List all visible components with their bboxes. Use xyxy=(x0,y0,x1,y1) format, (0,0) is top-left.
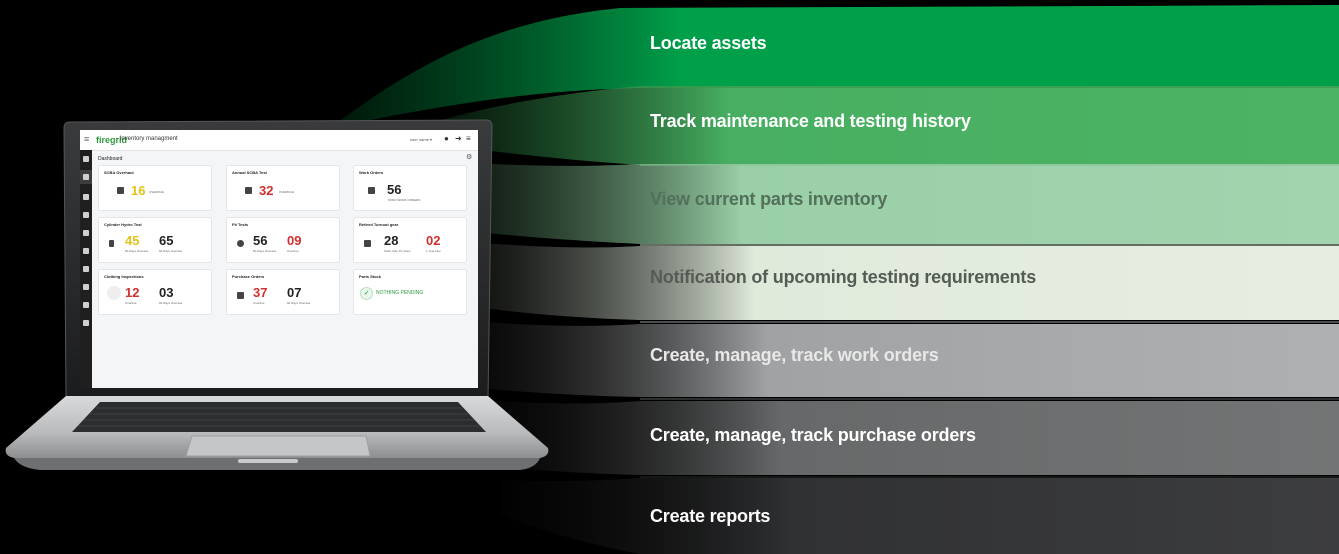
laptop-keyboard xyxy=(72,402,486,432)
card-cylinder-hydro-test[interactable]: Cylinder Hydro Test 45 90 Days Overdue 6… xyxy=(98,217,212,263)
feature-label: Track maintenance and testing history xyxy=(650,111,971,131)
tag-icon[interactable] xyxy=(83,266,89,272)
user-menu[interactable]: user name ▾ xyxy=(410,137,432,142)
card-status: NOTHING PENDING xyxy=(376,290,424,296)
check-icon: ✓ xyxy=(360,287,373,300)
folder-icon[interactable] xyxy=(83,212,89,218)
gear-icon[interactable]: ⚙ xyxy=(466,153,472,161)
user-icon[interactable] xyxy=(83,248,89,254)
app-title: - Inventory managment xyxy=(116,136,178,142)
app-screen: ≡ firegrid - Inventory managment user na… xyxy=(80,130,478,388)
card-label: OPEN WORK ORDERS xyxy=(388,198,421,202)
page-title: Dashboard xyxy=(98,156,123,162)
card-value: 16 xyxy=(131,183,146,198)
logout-icon[interactable]: ➜ xyxy=(455,135,462,143)
hamburger-menu-icon[interactable]: ≡ xyxy=(84,134,89,144)
card-title: Parts Stock xyxy=(359,274,382,279)
card-value-2: 03 xyxy=(159,285,174,300)
card-value: 12 xyxy=(125,285,140,300)
card-value-2: 09 xyxy=(287,233,302,248)
card-title: Fit Tests xyxy=(232,222,249,227)
card-label: 60 Days Overdue xyxy=(253,249,277,253)
card-value: 56 xyxy=(253,233,268,248)
card-value-2: 65 xyxy=(159,233,174,248)
card-label: 90 Days Overdue xyxy=(125,249,149,253)
card-work-orders[interactable]: Work Orders 56 OPEN WORK ORDERS xyxy=(353,165,467,211)
card-label: Overdue xyxy=(253,301,265,305)
card-value: 45 xyxy=(125,233,140,248)
card-scba-overhaul[interactable]: SCBA Overhaul 16 OVERDUE xyxy=(98,165,212,211)
feature-label: Locate assets xyxy=(650,33,767,53)
card-label: Older than 10 Years xyxy=(384,249,411,253)
card-value-2: 07 xyxy=(287,285,302,300)
feature-label: Create reports xyxy=(650,506,771,526)
cart-icon xyxy=(237,292,244,299)
card-value: 28 xyxy=(384,233,399,248)
card-label: OVERDUE xyxy=(149,190,164,194)
card-purchase-orders[interactable]: Purchase Orders 37 Overdue 07 60 Days Ov… xyxy=(226,269,340,315)
card-fit-tests[interactable]: Fit Tests 56 60 Days Overdue 09 Overdue xyxy=(226,217,340,263)
card-title: Retired Turnout gear xyxy=(359,222,399,227)
location-icon xyxy=(237,240,244,247)
filter-icon[interactable] xyxy=(83,302,89,308)
folder-icon xyxy=(368,187,375,194)
card-value: 37 xyxy=(253,285,268,300)
card-title: Cylinder Hydro Test xyxy=(104,222,142,227)
home-icon[interactable] xyxy=(83,174,89,180)
feature-label: View current parts inventory xyxy=(650,189,888,209)
card-title: Work Orders xyxy=(359,170,384,175)
feature-label: Create, manage, track work orders xyxy=(650,345,939,365)
card-clothing-inspections[interactable]: Clothing Inspections 12 Overdue 03 60 Da… xyxy=(98,269,212,315)
feature-label: Create, manage, track purchase orders xyxy=(650,425,976,445)
card-label-2: 60 Days Overdue xyxy=(287,301,311,305)
feature-label: Notification of upcoming testing require… xyxy=(650,267,1037,287)
location-icon[interactable] xyxy=(83,230,89,236)
settings-icon[interactable] xyxy=(83,320,89,326)
card-parts-stock[interactable]: Parts Stock ✓ NOTHING PENDING xyxy=(353,269,467,315)
card-label: Overdue xyxy=(125,301,137,305)
cylinder-icon xyxy=(109,240,114,247)
band-create-reports xyxy=(500,478,1339,554)
app-header: ≡ firegrid - Inventory managment user na… xyxy=(80,130,478,151)
sidebar-item-icon[interactable] xyxy=(83,194,89,200)
scba-icon xyxy=(245,187,252,194)
calendar-icon xyxy=(364,240,371,247)
card-title: Clothing Inspections xyxy=(104,274,144,279)
card-value-2: 02 xyxy=(426,233,441,248)
laptop-trackpad xyxy=(185,435,371,457)
card-retired-turnout-gear[interactable]: Retired Turnout gear 28 Older than 10 Ye… xyxy=(353,217,467,263)
sidebar-item-icon[interactable] xyxy=(83,156,89,162)
card-title: SCBA Overhaul xyxy=(104,170,134,175)
card-label-2: Overdue xyxy=(287,249,299,253)
scba-icon xyxy=(117,187,124,194)
pin-icon[interactable] xyxy=(83,284,89,290)
card-label: OVERDUE xyxy=(279,190,294,194)
menu-icon[interactable]: ≡ xyxy=(466,135,471,143)
sidebar xyxy=(80,150,92,388)
card-value: 32 xyxy=(259,183,274,198)
card-value: 56 xyxy=(387,182,402,197)
card-label-2: 60 Days Overdue xyxy=(159,249,183,253)
card-annual-scba-test[interactable]: Annual SCBA Test 32 OVERDUE xyxy=(226,165,340,211)
card-title: Annual SCBA Test xyxy=(232,170,267,175)
card-title: Purchase Orders xyxy=(232,274,265,279)
card-label-2: 1 Year Due xyxy=(426,249,441,253)
help-icon[interactable]: ● xyxy=(444,135,449,143)
card-label-2: 60 Days Overdue xyxy=(159,301,183,305)
clothing-icon xyxy=(107,286,121,300)
